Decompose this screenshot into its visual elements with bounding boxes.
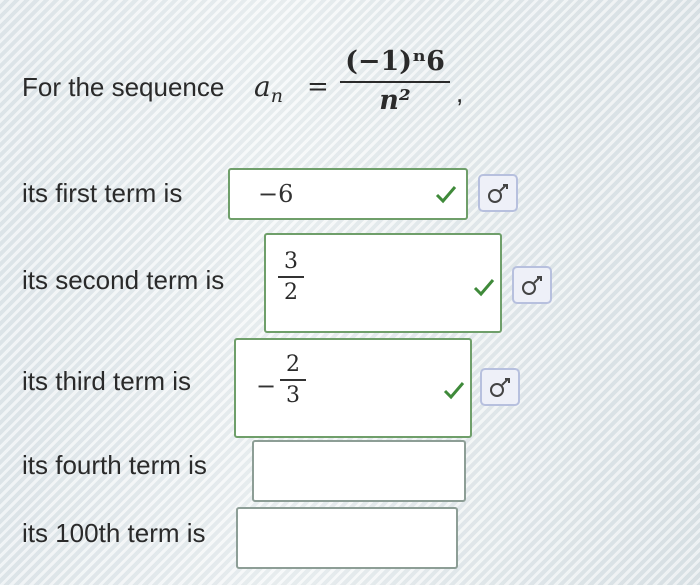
fraction-bar <box>280 379 306 381</box>
second-term-input[interactable]: 3 2 <box>264 233 502 333</box>
fourth-term-label: its fourth term is <box>22 450 207 480</box>
fraction-bar <box>278 276 304 278</box>
second-term-denominator: 2 <box>284 280 298 305</box>
equals-sign: = <box>307 72 329 102</box>
formula-denominator: n² <box>379 85 411 116</box>
checkmark-icon <box>473 279 495 297</box>
formula-numerator: (−1)ⁿ6 <box>345 46 445 77</box>
third-term-input[interactable]: − 2 3 <box>234 338 472 438</box>
first-term-label: its first term is <box>22 178 183 208</box>
third-term-denominator: 3 <box>286 383 300 408</box>
checkmark-icon <box>435 186 457 204</box>
sequence-formula: (−1)ⁿ6 n² <box>340 46 450 116</box>
fourth-term-input[interactable] <box>252 440 466 502</box>
second-term-numerator: 3 <box>284 249 298 274</box>
math-keypad-icon[interactable] <box>480 368 520 406</box>
second-term-value: 3 2 <box>278 249 304 305</box>
third-term-numerator: 2 <box>286 352 300 377</box>
fraction-bar <box>340 81 450 83</box>
first-term-value: −6 <box>258 180 294 208</box>
math-keypad-icon[interactable] <box>478 174 518 212</box>
third-term-value: 2 3 <box>280 352 306 408</box>
third-term-label: its third term is <box>22 366 192 396</box>
prompt-suffix: , <box>456 78 464 108</box>
math-keypad-icon[interactable] <box>512 266 552 304</box>
hundredth-term-label: its 100th term is <box>22 518 206 548</box>
hundredth-term-input[interactable] <box>236 507 458 569</box>
checkmark-icon <box>443 382 465 400</box>
second-term-label: its second term is <box>22 265 225 295</box>
sequence-variable: an <box>254 70 283 107</box>
prompt-prefix: For the sequence <box>22 72 225 102</box>
first-term-input[interactable]: −6 <box>228 168 468 220</box>
third-term-sign: − <box>256 372 277 400</box>
